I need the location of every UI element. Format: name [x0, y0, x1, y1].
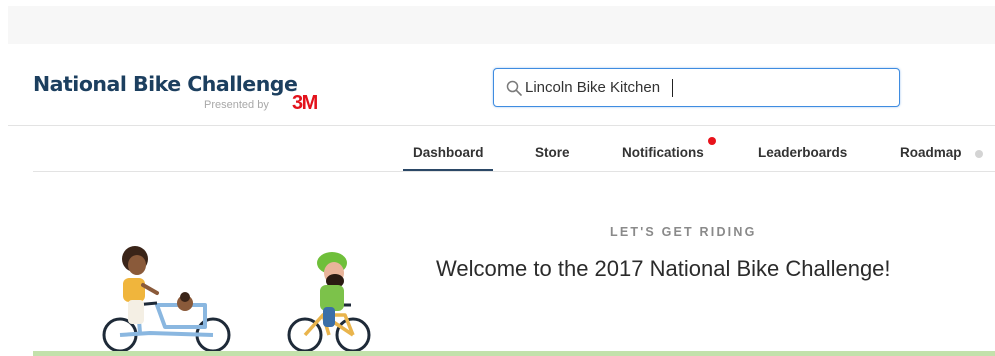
nav-store[interactable]: Store [535, 145, 570, 160]
top-strip [8, 6, 995, 44]
search-box[interactable] [493, 68, 900, 107]
notification-badge [708, 137, 716, 145]
sponsor-logo: 3M [292, 92, 318, 114]
hero-bottom-band [33, 351, 995, 356]
cyclists-illustration [102, 246, 371, 353]
hero-eyebrow: LET'S GET RIDING [610, 225, 757, 239]
nav-notifications[interactable]: Notifications [622, 145, 704, 160]
nav-dashboard[interactable]: Dashboard [413, 145, 484, 160]
logo-title: National Bike Challenge [33, 72, 298, 96]
helmet-cyclist-icon [287, 252, 371, 353]
logo-presented-by: Presented by [204, 99, 269, 111]
search-icon [506, 80, 522, 96]
nav-roadmap[interactable]: Roadmap [900, 145, 962, 160]
nav-divider [33, 171, 995, 172]
cargo-bike-rider-icon [102, 246, 231, 353]
hero-title: Welcome to the 2017 National Bike Challe… [436, 256, 891, 281]
more-indicator-icon[interactable] [975, 150, 983, 158]
nav-leaderboards[interactable]: Leaderboards [758, 145, 847, 160]
text-cursor [672, 79, 673, 97]
header-divider [8, 125, 995, 126]
search-input[interactable] [525, 77, 865, 97]
